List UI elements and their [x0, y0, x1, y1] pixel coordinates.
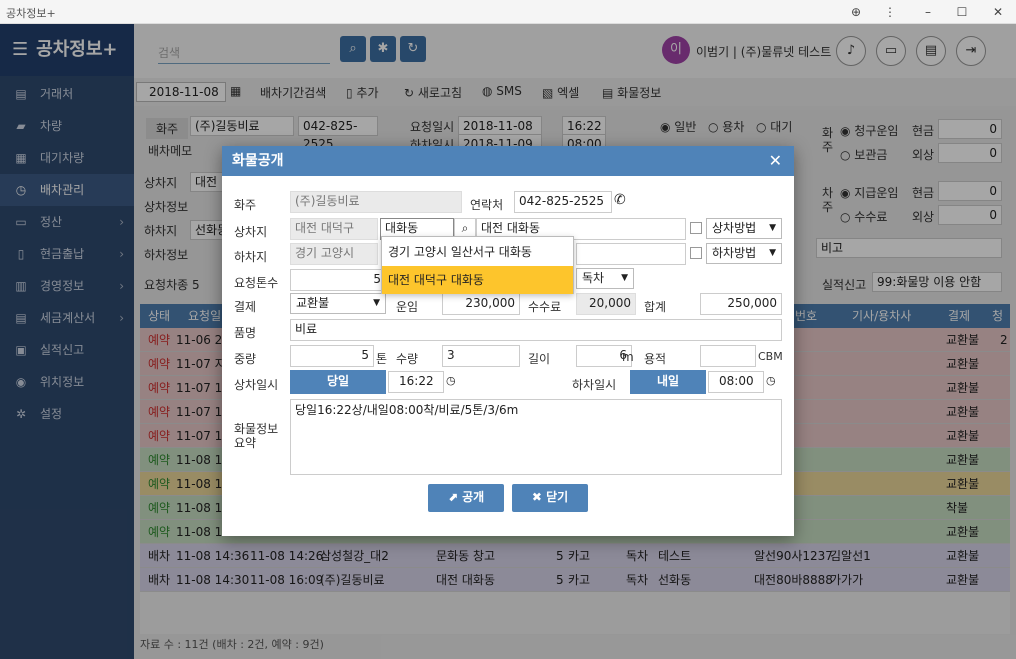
load-day-button[interactable]: 당일	[290, 370, 386, 394]
payment-value: 교환불	[296, 296, 330, 310]
contact-field[interactable]: 042-825-2525	[514, 191, 612, 213]
dropdown-option-selected[interactable]: 대전 대덕구 대화동	[382, 266, 573, 294]
chevron-down-icon: ▼	[373, 298, 380, 308]
close-button-label: 닫기	[546, 490, 569, 504]
address-dropdown: 경기 고양시 일산서구 대화동 대전 대덕구 대화동	[381, 236, 574, 294]
tonnage-field[interactable]: 5	[290, 269, 386, 291]
unload-day-button[interactable]: 내일	[630, 370, 706, 394]
volume-label: 용적	[644, 352, 667, 366]
contact-label: 연락처	[470, 198, 504, 212]
maximize-button[interactable]: ☐	[954, 4, 970, 20]
item-field[interactable]: 비료	[290, 319, 782, 341]
search-icon: ⌕	[461, 221, 469, 235]
load-method-select[interactable]: 상차방법 ▼	[706, 218, 782, 239]
summary-textarea[interactable]: 당일16:22상/내일08:00착/비료/5톤/3/6m	[290, 399, 782, 475]
total-field[interactable]: 250,000	[700, 293, 782, 315]
volume-unit: CBM	[758, 350, 783, 363]
load-method-value: 상차방법	[712, 221, 757, 235]
unload-region-field: 경기 고양시	[290, 243, 378, 265]
unload-place-label: 하차지	[234, 250, 268, 264]
payment-label: 결제	[234, 300, 257, 314]
zoom-icon[interactable]: ⊕	[848, 4, 864, 20]
length-unit: m	[622, 350, 634, 364]
chevron-down-icon: ▼	[769, 223, 776, 233]
fee-field: 20,000	[576, 293, 636, 315]
load-place-label: 상차지	[234, 225, 268, 239]
chevron-down-icon: ▼	[621, 273, 628, 283]
load-region-field: 대전 대덕구	[290, 218, 378, 240]
summary-label: 화물정보 요약	[234, 422, 279, 450]
fee-label: 수수료	[528, 300, 562, 314]
window-title: 공차정보+	[6, 7, 56, 20]
dropdown-option[interactable]: 경기 고양시 일산서구 대화동	[382, 238, 573, 266]
shipper-field: (주)길동비료	[290, 191, 462, 213]
total-label: 합계	[644, 300, 667, 314]
clock-icon[interactable]: ◷	[766, 374, 776, 387]
unload-method-select[interactable]: 하차방법 ▼	[706, 243, 782, 264]
dialog-title: 화물공개	[222, 146, 794, 176]
window-titlebar: 공차정보+ ⊕ ⋮ – ☐ ✕	[0, 0, 1016, 24]
open-button-label: 공개	[462, 490, 485, 504]
item-label: 품명	[234, 326, 257, 340]
open-button[interactable]: ⬈ 공개	[428, 484, 504, 512]
chevron-down-icon: ▼	[769, 248, 776, 258]
tonnage-label: 요청톤수	[234, 276, 279, 290]
close-button[interactable]: ✖ 닫기	[512, 484, 588, 512]
payment-select[interactable]: 교환불 ▼	[290, 293, 386, 314]
more-menu-icon[interactable]: ⋮	[882, 4, 898, 20]
load-time-field[interactable]: 16:22	[388, 371, 444, 393]
minimize-button[interactable]: –	[920, 4, 936, 20]
qty-field[interactable]: 3	[442, 345, 520, 367]
length-label: 길이	[528, 352, 551, 366]
weight-label: 중량	[234, 352, 257, 366]
unload-method-value: 하차방법	[712, 246, 757, 260]
weight-field[interactable]: 5	[290, 345, 374, 367]
weight-unit: 톤	[376, 352, 388, 366]
qty-label: 수량	[396, 352, 419, 366]
load-method-checkbox[interactable]	[690, 222, 702, 234]
load-time-label: 상차일시	[234, 378, 279, 392]
fare-field[interactable]: 230,000	[442, 293, 520, 315]
fare-label: 운임	[396, 300, 419, 314]
unload-method-checkbox[interactable]	[690, 247, 702, 259]
shipper-label: 화주	[234, 198, 257, 212]
phone-icon[interactable]: ✆	[614, 192, 626, 208]
unload-dong-field[interactable]	[576, 243, 686, 265]
car-kind-value: 독차	[582, 271, 605, 285]
cargo-open-dialog: 화물공개 ✕ 화주 (주)길동비료 연락처 042-825-2525 ✆ 상차지…	[222, 146, 794, 536]
clock-icon[interactable]: ◷	[446, 374, 456, 387]
dialog-close-icon[interactable]: ✕	[769, 146, 782, 176]
volume-field[interactable]	[700, 345, 756, 367]
close-window-button[interactable]: ✕	[990, 4, 1006, 20]
unload-time-field[interactable]: 08:00	[708, 371, 764, 393]
car-kind-select[interactable]: 독차 ▼	[576, 268, 634, 289]
unload-time-label: 하차일시	[572, 378, 617, 392]
